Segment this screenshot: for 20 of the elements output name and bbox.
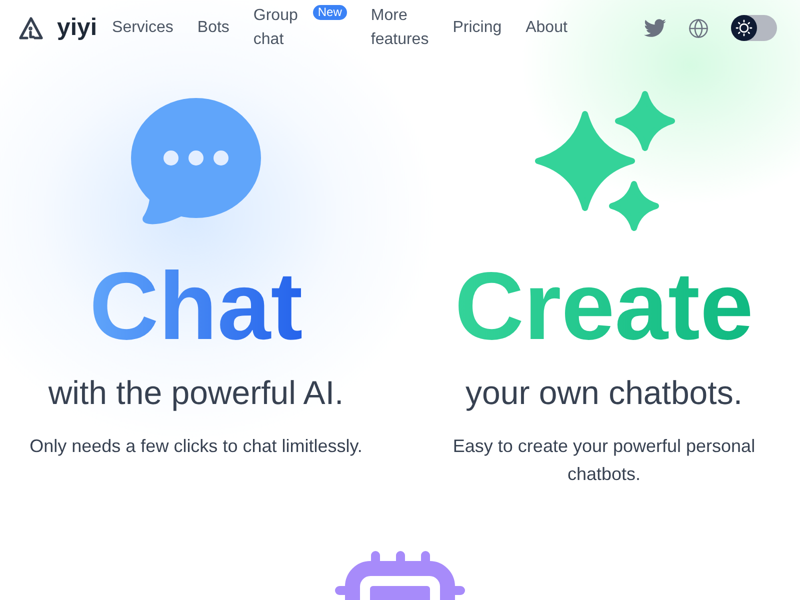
logo-text[interactable]: yiyi	[57, 13, 98, 43]
theme-toggle[interactable]	[731, 15, 777, 41]
nav-link[interactable]: Services	[112, 16, 174, 40]
feature-description: Easy to create your powerful personal chatbots.	[452, 434, 756, 486]
nav-link[interactable]: More features	[370, 4, 429, 52]
feature-description: Only needs a few clicks to chat limitlessly.	[30, 434, 362, 458]
feature-subtitle: with the powerful AI.	[48, 372, 344, 412]
feature-subtitle: your own chatbots.	[466, 372, 742, 412]
nav-link[interactable]: Group chat	[253, 4, 298, 52]
nav-link[interactable]: Pricing	[452, 16, 502, 40]
sparkles-icon	[532, 89, 676, 233]
chat-bubble-icon	[128, 96, 264, 226]
nav-link[interactable]: About	[526, 16, 568, 40]
globe-icon[interactable]	[688, 18, 709, 38]
sun-icon	[731, 15, 757, 41]
chip-icon	[335, 550, 465, 600]
twitter-icon[interactable]	[644, 17, 666, 39]
logo-icon	[18, 16, 44, 40]
nav-link[interactable]: Bots	[197, 16, 230, 40]
new-badge: New	[312, 5, 347, 20]
